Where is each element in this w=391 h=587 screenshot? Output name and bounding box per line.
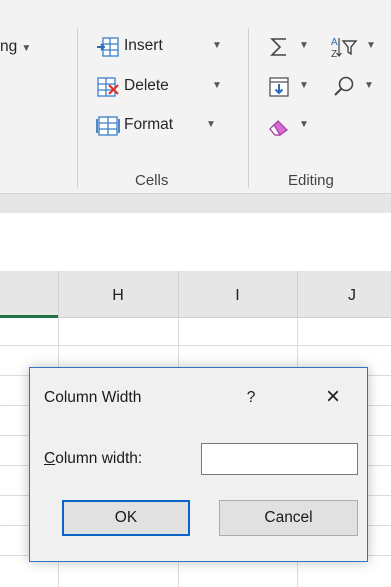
chevron-down-icon: ▼ <box>299 119 309 130</box>
partial-ribbon-button[interactable]: ng ▼ <box>0 37 31 59</box>
partial-ribbon-label: ng <box>0 38 18 55</box>
delete-label: Delete <box>124 77 169 94</box>
chevron-down-icon: ▼ <box>206 119 216 130</box>
autosum-button[interactable]: ▼ <box>265 34 321 60</box>
sort-filter-button[interactable]: A Z ▼ <box>330 34 386 60</box>
delete-button[interactable]: Delete ▼ <box>94 74 229 100</box>
cancel-button[interactable]: Cancel <box>219 500 358 536</box>
column-header-i[interactable]: I <box>178 286 297 306</box>
format-label: Format <box>124 116 174 133</box>
svg-text:A: A <box>331 37 338 48</box>
access-key-letter: C <box>44 450 56 467</box>
insert-label: Insert <box>124 37 163 54</box>
close-icon[interactable]: × <box>321 385 345 409</box>
ok-button[interactable]: OK <box>62 500 190 536</box>
svg-text:Z: Z <box>331 49 337 59</box>
group-separator <box>248 28 249 188</box>
column-width-label: Column width: <box>44 449 142 469</box>
format-cells-icon <box>96 116 120 136</box>
chevron-down-icon: ▼ <box>299 40 309 51</box>
fill-icon <box>269 77 289 97</box>
help-button[interactable]: ? <box>241 388 261 408</box>
grid-line <box>0 345 391 346</box>
chevron-down-icon: ▼ <box>299 80 309 91</box>
column-width-label-text: olumn width: <box>55 450 143 467</box>
column-width-dialog: Column Width ? × Column width: OK Cancel <box>29 367 368 562</box>
ribbon-gap-band <box>0 194 391 213</box>
delete-cells-icon <box>97 77 119 97</box>
insert-button[interactable]: Insert ▼ <box>94 34 229 60</box>
chevron-down-icon: ▼ <box>364 80 374 91</box>
column-header-j[interactable]: J <box>297 286 391 306</box>
column-header-h[interactable]: H <box>58 286 178 306</box>
clear-button[interactable]: ▼ <box>265 113 321 139</box>
cells-group-label: Cells <box>135 172 169 189</box>
sort-filter-icon: A Z <box>331 37 358 59</box>
formula-bar-area <box>0 213 391 271</box>
column-width-input[interactable] <box>201 443 358 475</box>
find-select-button[interactable]: ▼ <box>330 74 386 100</box>
editing-group-label: Editing <box>288 172 334 189</box>
find-select-icon <box>334 76 354 96</box>
chevron-down-icon: ▼ <box>21 43 32 54</box>
fill-button[interactable]: ▼ <box>265 74 321 100</box>
format-button[interactable]: Format ▼ <box>94 113 229 139</box>
group-separator <box>77 28 78 188</box>
selection-indicator <box>0 315 58 318</box>
clear-eraser-icon <box>269 120 288 136</box>
chevron-down-icon: ▼ <box>212 80 222 91</box>
autosum-icon <box>270 38 286 56</box>
dialog-title: Column Width <box>44 389 142 406</box>
insert-cells-icon <box>97 37 119 57</box>
chevron-down-icon: ▼ <box>212 40 222 51</box>
chevron-down-icon: ▼ <box>366 40 376 51</box>
